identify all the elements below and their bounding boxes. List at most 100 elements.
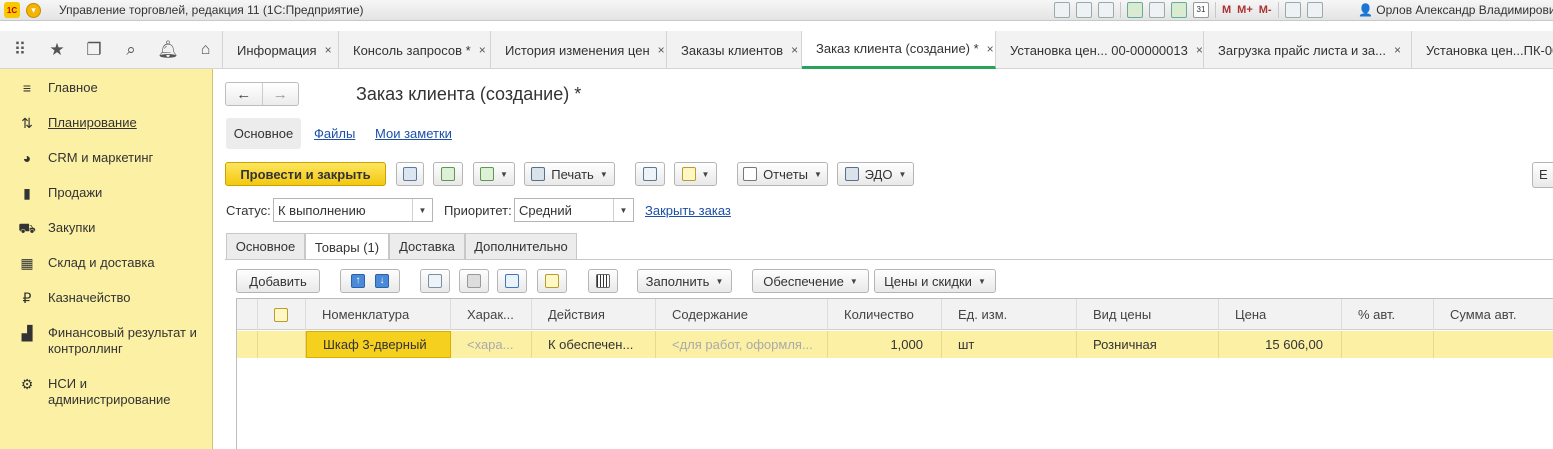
tab-price-list-import[interactable]: Загрузка прайс листа и за... ×	[1204, 31, 1412, 69]
attach-icon[interactable]	[1127, 2, 1143, 18]
chevron-down-icon[interactable]: ▼	[613, 199, 633, 221]
barcode-button[interactable]	[588, 269, 618, 293]
tab-price-setting-pk[interactable]: Установка цен...ПК-00	[1412, 31, 1553, 69]
tab-additional[interactable]: Дополнительно	[465, 233, 577, 259]
preview-icon[interactable]	[1098, 2, 1114, 18]
print-button[interactable]: Печать ▼	[524, 162, 615, 186]
add-row-button[interactable]: Добавить	[236, 269, 320, 293]
form-tab-files[interactable]: Файлы	[314, 118, 355, 149]
current-user[interactable]: 👤 Орлов Александр Владимирович	[1358, 3, 1553, 17]
more-button[interactable]: Е	[1532, 162, 1553, 188]
cell-content[interactable]: <для работ, оформля...	[656, 331, 828, 358]
col-header-price[interactable]: Цена	[1219, 299, 1342, 330]
col-header-characteristic[interactable]: Харак...	[451, 299, 532, 330]
close-icon[interactable]: ×	[479, 43, 486, 57]
col-header-nomenclature[interactable]: Номенклатура	[306, 299, 451, 330]
close-icon[interactable]: ×	[1196, 43, 1203, 57]
copy-row-button[interactable]	[420, 269, 450, 293]
edo-button[interactable]: ЭДО ▼	[837, 162, 914, 186]
history-icon[interactable]: ❐	[77, 31, 111, 69]
sidebar-item-warehouse[interactable]: ▦ Склад и доставка	[0, 255, 212, 271]
col-header-content[interactable]: Содержание	[656, 299, 828, 330]
sidebar-item-sales[interactable]: ▮ Продажи	[0, 185, 212, 201]
cell-auto-pct[interactable]	[1342, 331, 1434, 358]
related-docs-button[interactable]	[635, 162, 665, 186]
form-tab-main[interactable]: Основное	[226, 118, 301, 149]
close-icon[interactable]: ×	[987, 42, 994, 56]
tab-customer-orders[interactable]: Заказы клиентов ×	[667, 31, 802, 69]
split-row-button[interactable]	[497, 269, 527, 293]
move-down-icon[interactable]: ↓	[375, 274, 389, 288]
print-icon[interactable]	[1076, 2, 1092, 18]
status-select[interactable]: К выполнению ▼	[273, 198, 433, 222]
create-based-on-button[interactable]: ▼	[473, 162, 515, 186]
cell-auto-sum[interactable]	[1434, 331, 1553, 358]
memory-m-minus-button[interactable]: M-	[1259, 4, 1272, 16]
tab-customer-order-create[interactable]: Заказ клиента (создание) * ×	[802, 31, 996, 69]
tab-delivery[interactable]: Доставка	[389, 233, 465, 259]
priority-select[interactable]: Средний ▼	[514, 198, 634, 222]
back-arrow-icon[interactable]: ←	[226, 83, 262, 105]
chevron-down-icon[interactable]: ▼	[412, 199, 432, 221]
memory-m-plus-button[interactable]: M+	[1237, 4, 1253, 16]
sidebar-item-nsi-admin[interactable]: ⚙ НСИ и администрирование	[0, 376, 212, 408]
sidebar-item-main[interactable]: ≡ Главное	[0, 80, 212, 96]
cell-price-type[interactable]: Розничная	[1077, 331, 1219, 358]
col-header-price-type[interactable]: Вид цены	[1077, 299, 1219, 330]
main-menu-dropdown-icon[interactable]: ▾	[26, 2, 41, 18]
cell-quantity[interactable]: 1,000	[828, 331, 942, 358]
tab-information[interactable]: Информация ×	[223, 31, 339, 69]
goods-table[interactable]: Номенклатура Харак... Действия Содержани…	[236, 298, 1553, 449]
col-header-auto-pct[interactable]: % авт.	[1342, 299, 1434, 330]
tab-query-console[interactable]: Консоль запросов * ×	[339, 31, 491, 69]
tab-main[interactable]: Основное	[226, 233, 305, 259]
paste-row-button[interactable]	[459, 269, 489, 293]
apps-grid-icon[interactable]: ⠿	[3, 31, 37, 69]
reports-button[interactable]: Отчеты ▼	[737, 162, 828, 186]
table-row[interactable]: Шкаф 3-дверный <хара... К обеспечен... <…	[237, 331, 1553, 358]
cell-characteristic[interactable]: <хара...	[451, 331, 532, 358]
calendar-icon[interactable]: 31	[1193, 2, 1209, 18]
close-order-link[interactable]: Закрыть заказ	[645, 203, 731, 218]
move-up-icon[interactable]: ↑	[351, 274, 365, 288]
zoom-icon[interactable]	[1284, 2, 1301, 18]
cell-action[interactable]: К обеспечен...	[532, 331, 656, 358]
select-items-button[interactable]	[537, 269, 567, 293]
favorites-star-icon[interactable]: ★	[40, 31, 74, 69]
close-icon[interactable]: ×	[1394, 43, 1401, 57]
close-icon[interactable]: ×	[791, 43, 798, 57]
attachments-button[interactable]: ▼	[674, 162, 717, 186]
save-icon[interactable]	[1054, 2, 1070, 18]
memory-m-button[interactable]: M	[1222, 4, 1231, 16]
cell-price[interactable]: 15 606,00	[1219, 331, 1342, 358]
tab-price-history[interactable]: История изменения цен ×	[491, 31, 667, 69]
notifications-bell-icon[interactable]: 🔔︎	[151, 31, 185, 69]
close-icon[interactable]: ×	[325, 43, 332, 57]
post-button[interactable]	[433, 162, 463, 186]
cell-nomenclature[interactable]: Шкаф 3-дверный	[306, 331, 451, 358]
col-header-icon[interactable]	[258, 299, 306, 330]
col-header-quantity[interactable]: Количество	[828, 299, 942, 330]
col-header-auto-sum[interactable]: Сумма авт.	[1434, 299, 1553, 330]
prices-discounts-button[interactable]: Цены и скидки ▼	[874, 269, 996, 293]
save-button[interactable]	[396, 162, 424, 186]
supply-button[interactable]: Обеспечение ▼	[752, 269, 869, 293]
sidebar-item-planning[interactable]: ⇅ Планирование	[0, 115, 212, 131]
sidebar-item-financial-result[interactable]: ▟ Финансовый результат и контроллинг	[0, 325, 212, 357]
form-tab-notes[interactable]: Мои заметки	[375, 118, 452, 149]
fill-button[interactable]: Заполнить ▼	[637, 269, 732, 293]
search-icon[interactable]: ⌕	[114, 31, 148, 69]
sidebar-item-treasury[interactable]: ₽ Казначейство	[0, 290, 212, 306]
home-icon[interactable]: ⌂	[189, 31, 223, 69]
tab-price-setting-13[interactable]: Установка цен... 00-00000013 ×	[996, 31, 1204, 69]
col-header-actions[interactable]: Действия	[532, 299, 656, 330]
tab-goods[interactable]: Товары (1)	[305, 233, 389, 260]
calculator-icon[interactable]	[1171, 2, 1187, 18]
mail-icon[interactable]	[1149, 2, 1165, 18]
sidebar-item-purchases[interactable]: ⛟ Закупки	[0, 220, 212, 236]
col-header-unit[interactable]: Ед. изм.	[942, 299, 1077, 330]
cell-unit[interactable]: шт	[942, 331, 1077, 358]
panels-icon[interactable]	[1306, 2, 1323, 18]
post-and-close-button[interactable]: Провести и закрыть	[225, 162, 386, 186]
forward-arrow-icon[interactable]: →	[261, 83, 299, 105]
